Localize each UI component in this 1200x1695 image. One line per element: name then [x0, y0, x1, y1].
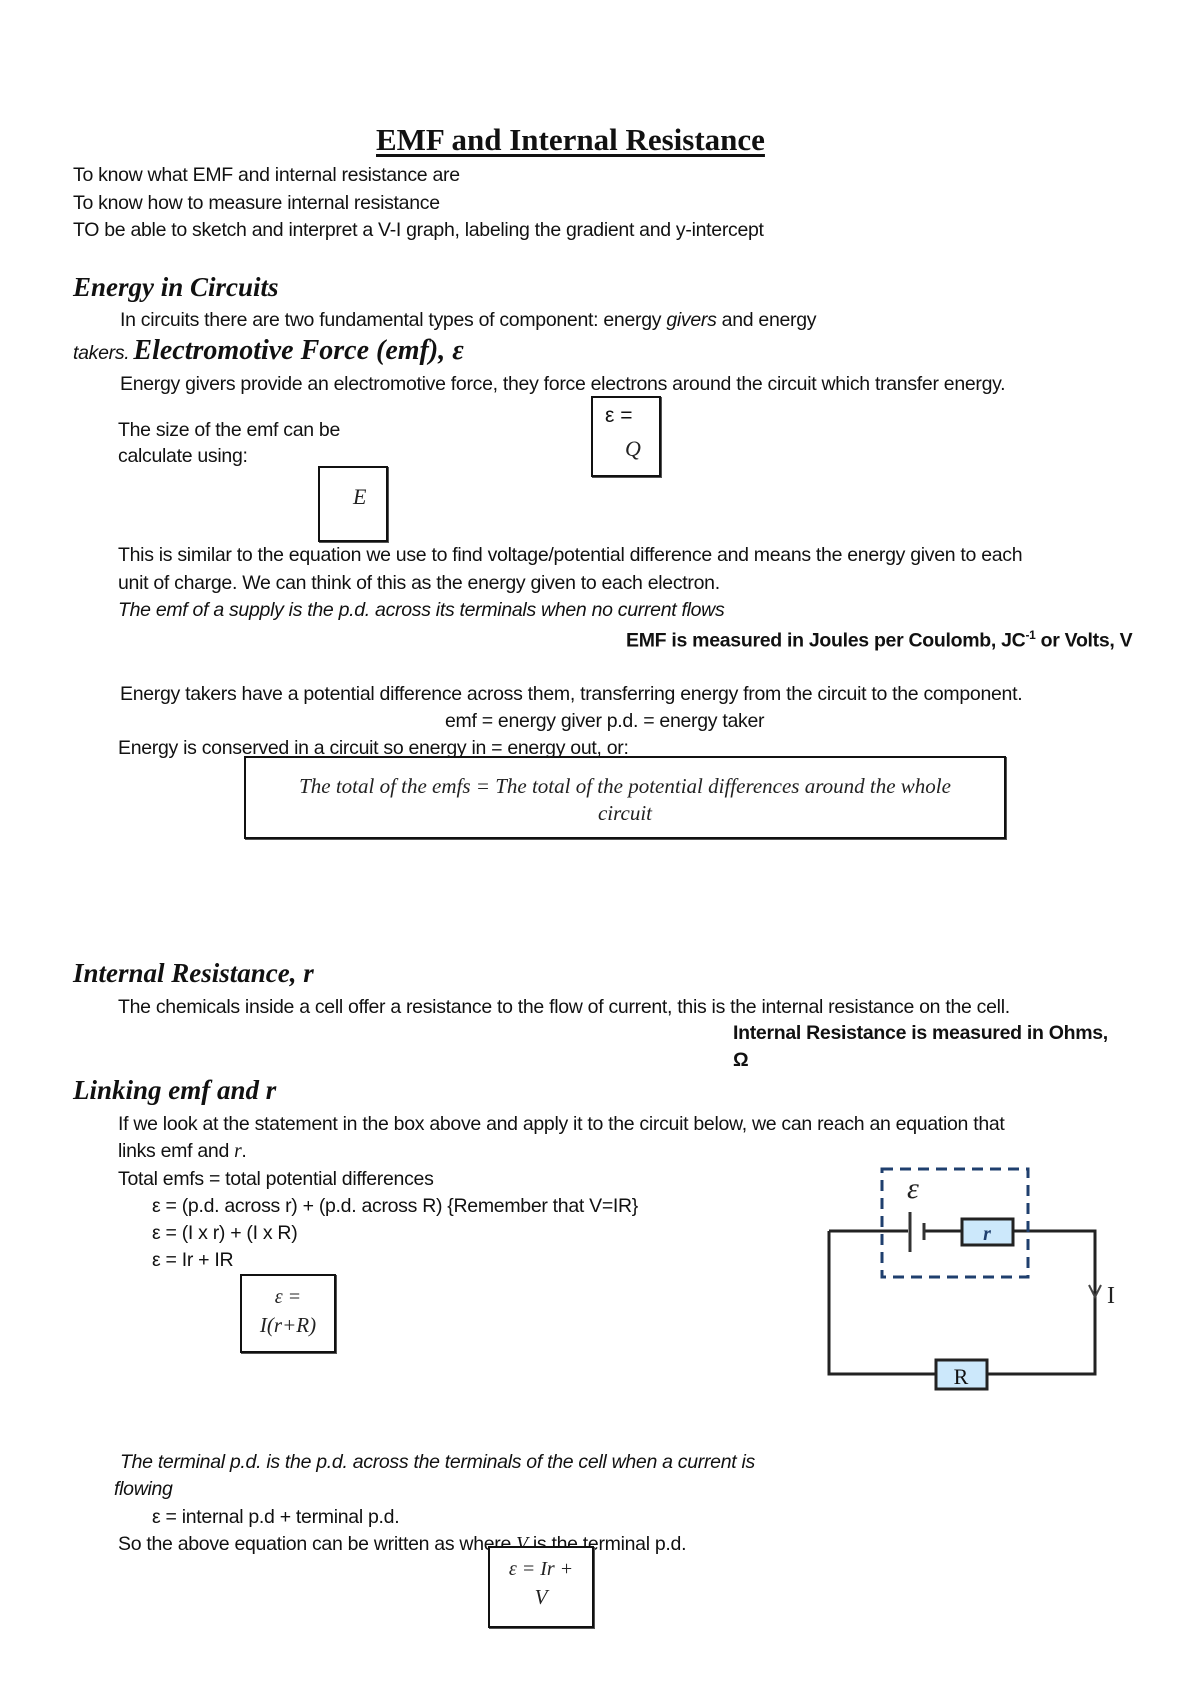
linking-line-2: links emf and r. — [118, 1140, 247, 1163]
final-equation-box: ε = Ir + V — [488, 1546, 594, 1628]
intro-text-1: In circuits there are two fundamental ty… — [120, 309, 667, 331]
emf-ir-box-line-2: I(r+R) — [259, 1313, 317, 1337]
similar-line-2: unit of charge. We can think of this as … — [118, 572, 720, 594]
final-equation-line-1: ε = Ir + — [508, 1558, 574, 1580]
intro-takers: takers. — [73, 342, 130, 364]
takers-paragraph: Energy takers have a potential differenc… — [120, 683, 1023, 705]
equation-3: ε = Ir + IR — [152, 1249, 234, 1271]
wire-right — [987, 1229, 1097, 1376]
conservation-statement-box: The total of the emfs = The total of the… — [244, 756, 1006, 839]
circuit-diagram: r R ε I — [827, 1167, 1115, 1391]
emf-definition: The emf of a supply is the p.d. across i… — [118, 599, 725, 621]
internal-resistance-units-line-2: Ω — [733, 1049, 749, 1071]
emf-units-pre: EMF is measured in Joules per Coulomb, J… — [626, 629, 1026, 652]
emf-equation-top: ε = — [605, 404, 633, 427]
page-title: EMF and Internal Resistance — [376, 122, 765, 157]
objective-2: To know how to measure internal resistan… — [73, 192, 440, 214]
emf-ir-box-line-1: ε = — [274, 1286, 302, 1308]
total-emfs-line: Total emfs = total potential differences — [118, 1168, 434, 1190]
emf-heading-line: takers. Electromotive Force (emf), ε — [73, 335, 464, 367]
terminal-pd-line-2: flowing — [114, 1478, 173, 1500]
emf-units: EMF is measured in Joules per Coulomb, J… — [626, 628, 1133, 653]
emf-label: ε — [907, 1172, 919, 1205]
internal-resistance-paragraph: The chemicals inside a cell offer a resi… — [118, 996, 1010, 1018]
similar-line-1: This is similar to the equation we use t… — [118, 544, 1023, 566]
emf-size-line-1: The size of the emf can be — [118, 419, 340, 441]
linking-line-2-pre: links emf and — [118, 1140, 235, 1162]
energy-symbol: E — [353, 484, 367, 509]
emf-size-line-2: calculate using: — [118, 445, 248, 467]
heading-energy-in-circuits: Energy in Circuits — [73, 272, 279, 302]
so-line-pre: So the above equation can be written as … — [118, 1533, 517, 1555]
external-resistor-label: R — [954, 1364, 969, 1389]
intro-givers: givers — [666, 309, 717, 331]
equation-2: ε = (I x r) + (I x R) — [152, 1222, 298, 1244]
heading-linking-emf-r: Linking emf and r — [73, 1075, 277, 1105]
emf-ir-box: ε = I(r+R) — [240, 1274, 336, 1353]
emf-units-sup: -1 — [1025, 628, 1036, 642]
objective-1: To know what EMF and internal resistance… — [73, 164, 460, 186]
intro-paragraph: In circuits there are two fundamental ty… — [120, 309, 817, 332]
linking-line-2-post: . — [241, 1140, 247, 1162]
emf-equals-line: emf = energy giver p.d. = energy taker — [445, 710, 765, 732]
equation-4: ε = internal p.d + terminal p.d. — [152, 1506, 400, 1528]
so-line: So the above equation can be written as … — [118, 1533, 687, 1556]
heading-electromotive-force: Electromotive Force (emf), ε — [133, 335, 464, 366]
intro-text-2: and energy — [716, 309, 817, 331]
internal-resistor-label: r — [983, 1223, 991, 1245]
linking-line-1: If we look at the statement in the box a… — [118, 1113, 1005, 1135]
statement-line-2: circuit — [597, 801, 653, 825]
givers-paragraph: Energy givers provide an electromotive f… — [120, 373, 1006, 395]
equation-1: ε = (p.d. across r) + (p.d. across R) {R… — [152, 1195, 639, 1217]
heading-internal-resistance: Internal Resistance, r — [73, 958, 314, 988]
terminal-pd-line-1: The terminal p.d. is the p.d. across the… — [120, 1451, 755, 1473]
internal-resistance-units-line-1: Internal Resistance is measured in Ohms, — [733, 1022, 1108, 1044]
circuit-wires — [827, 1229, 1097, 1376]
current-label: I — [1107, 1283, 1115, 1309]
final-equation-line-2: V — [534, 1585, 548, 1609]
emf-equation-box: ε = Q — [591, 396, 661, 477]
emf-units-post: or Volts, V — [1035, 629, 1133, 652]
energy-equation-box: E — [318, 466, 388, 542]
statement-line-1: The total of the emfs = The total of the… — [299, 774, 951, 798]
objective-3: TO be able to sketch and interpret a V-I… — [73, 219, 764, 241]
emf-equation-denominator: Q — [625, 436, 641, 461]
